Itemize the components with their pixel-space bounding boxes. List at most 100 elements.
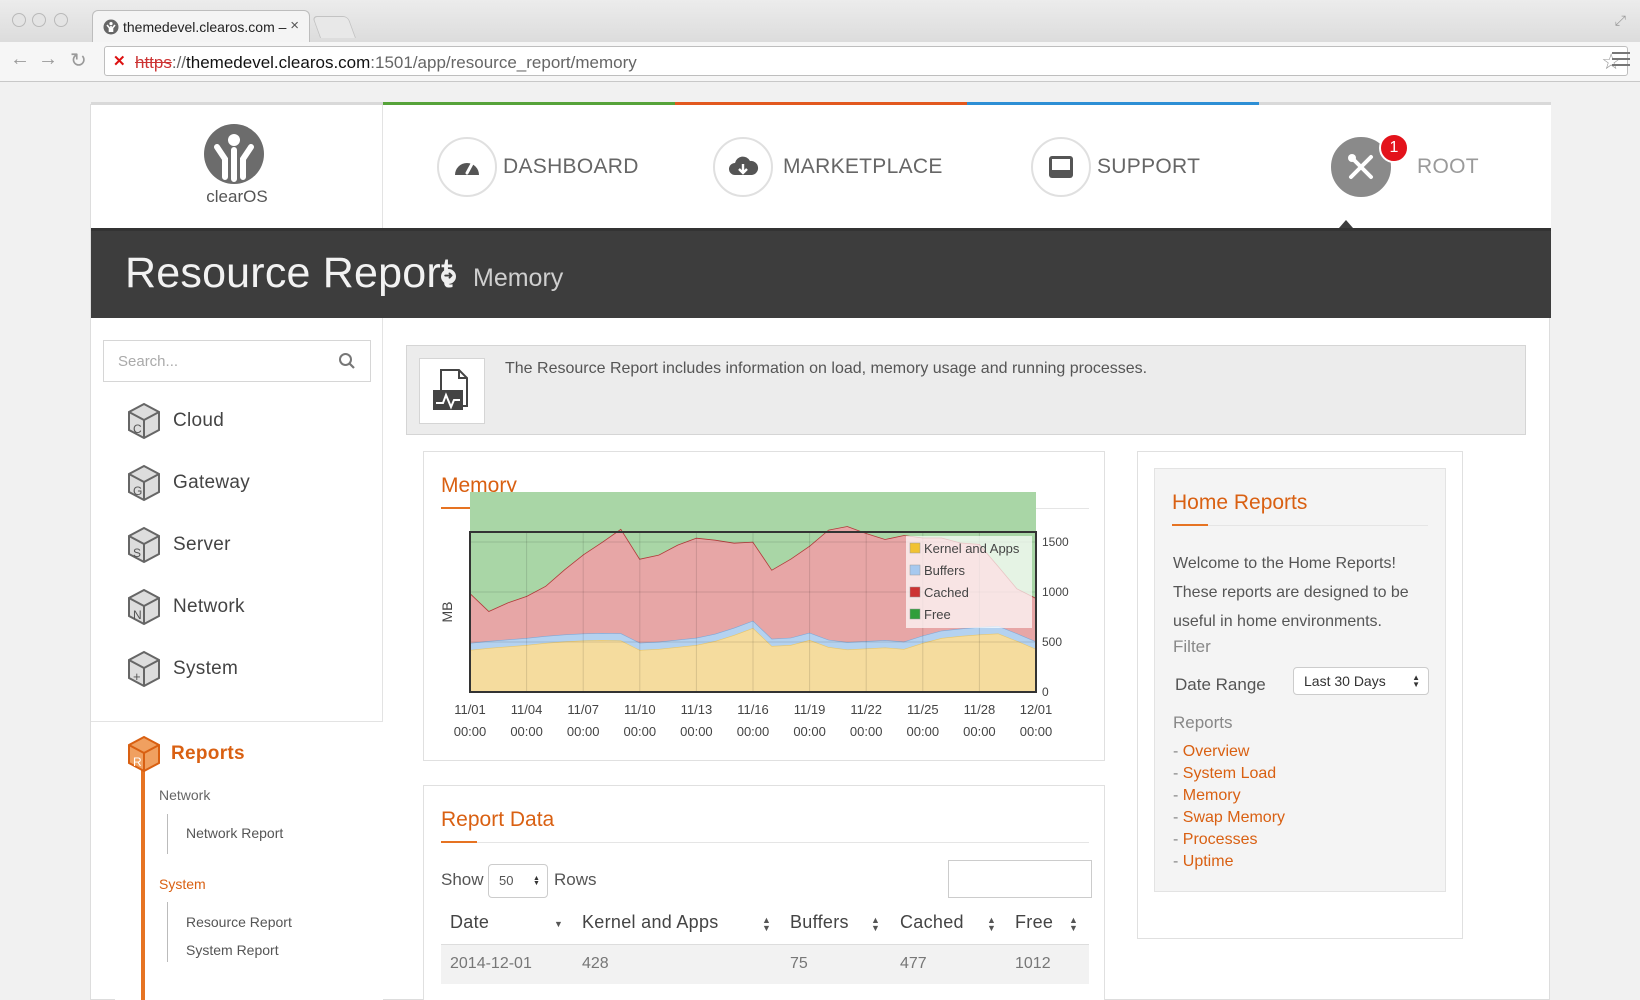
report-link-label: Processes <box>1182 831 1258 848</box>
report-data-title: Report Data <box>441 808 555 831</box>
sidebar-item-reports[interactable]: R Reports <box>127 734 245 774</box>
column-header-cached[interactable]: Cached <box>900 912 964 933</box>
x-tick-label: 12/01 <box>1020 702 1053 717</box>
network-cube-icon: N <box>128 588 160 626</box>
sidebar-item-cloud[interactable]: C Cloud <box>127 401 224 441</box>
logo[interactable]: clearOS <box>91 105 383 228</box>
page-header: Resource Report ➜ Memory <box>91 228 1551 318</box>
tab-close-icon[interactable]: × <box>290 17 299 34</box>
report-link-system-load[interactable]: - System Load <box>1173 765 1276 783</box>
table-search-input[interactable] <box>948 860 1092 898</box>
nav-dashboard-label: DASHBOARD <box>503 155 639 178</box>
x-tick-label: 00:00 <box>454 724 487 739</box>
column-header-date[interactable]: Date <box>450 912 489 933</box>
sort-icon[interactable]: ▲ ▼ <box>987 916 996 933</box>
insecure-connection-icon: ✕ <box>113 53 126 70</box>
breadcrumb-current: Memory <box>473 264 564 292</box>
report-link-uptime[interactable]: - Uptime <box>1173 853 1233 871</box>
x-tick-label: 00:00 <box>850 724 883 739</box>
cube-letter: G <box>133 484 142 498</box>
x-tick-label: 00:00 <box>624 724 657 739</box>
home-reports-box: Home Reports Welcome to the Home Reports… <box>1154 468 1446 892</box>
reload-icon[interactable]: ↻ <box>70 48 87 73</box>
server-cube-icon: S <box>128 526 160 564</box>
report-link-label: Uptime <box>1182 853 1234 870</box>
x-tick-label: 00:00 <box>907 724 940 739</box>
sidebar-item-network-label: Network <box>173 596 245 617</box>
legend-swatch <box>909 564 921 576</box>
search-icon[interactable] <box>338 352 356 370</box>
column-header-buffers[interactable]: Buffers <box>790 912 849 933</box>
sort-icon[interactable]: ▲ ▼ <box>1069 916 1078 933</box>
new-tab-button[interactable] <box>311 16 357 38</box>
sidebar-item-reports-label: Reports <box>171 743 245 764</box>
sub-item-resource-report[interactable]: Resource Report <box>186 914 292 930</box>
sub-item-network-report[interactable]: Network Report <box>186 825 283 841</box>
address-bar[interactable]: ✕ https://themedevel.clearos.com:1501/ap… <box>104 46 1628 76</box>
cube-letter: C <box>133 422 142 436</box>
y-tick-label: 1500 <box>1042 535 1069 549</box>
x-tick-label: 11/01 <box>454 702 486 717</box>
sidebar-item-network[interactable]: N Network <box>127 587 245 627</box>
report-link-memory[interactable]: - Memory <box>1173 787 1241 805</box>
page-title: Resource Report <box>125 249 454 297</box>
cell-kernel-apps: 428 <box>582 955 609 972</box>
close-window-button[interactable] <box>12 13 26 27</box>
sort-icon[interactable]: ▲ ▼ <box>762 916 771 933</box>
report-link-swap-memory[interactable]: - Swap Memory <box>1173 809 1285 827</box>
minimize-window-button[interactable] <box>32 13 46 27</box>
sub-group-network[interactable]: Network <box>159 787 210 803</box>
nav-root[interactable]: 1 ROOT <box>1331 133 1479 197</box>
nav-support[interactable]: SUPPORT <box>1031 137 1200 197</box>
cell-free: 1012 <box>1015 955 1051 972</box>
clearos-app: clearOS DASHBOARD MARKETPLACE SUPPORT 1 … <box>90 102 1551 1000</box>
cube-letter: S <box>133 546 141 560</box>
report-link-label: Swap Memory <box>1182 809 1286 826</box>
x-tick-label: 11/19 <box>794 702 826 717</box>
breadcrumb-arrow-icon: ➜ <box>441 269 456 284</box>
sidebar-item-gateway-label: Gateway <box>173 472 251 493</box>
clearos-favicon-icon <box>103 19 119 35</box>
back-arrow-icon[interactable]: ← <box>10 48 30 71</box>
nav-dashboard[interactable]: DASHBOARD <box>437 137 639 197</box>
sub-group-system[interactable]: System <box>159 876 206 892</box>
x-tick-label: 11/13 <box>681 702 713 717</box>
sort-icon[interactable]: ▲ ▼ <box>871 916 880 933</box>
fullscreen-icon[interactable]: ⤢ <box>1615 12 1626 29</box>
sidebar-item-cloud-label: Cloud <box>173 410 225 431</box>
rows-per-page-select[interactable]: 50 <box>488 864 548 898</box>
column-header-free[interactable]: Free <box>1015 912 1053 933</box>
x-tick-label: 00:00 <box>510 724 543 739</box>
sort-desc-icon[interactable]: ▼ <box>554 920 563 929</box>
sidebar-item-server[interactable]: S Server <box>127 525 231 565</box>
sub-item-system-report[interactable]: System Report <box>186 942 279 958</box>
gateway-cube-icon: G <box>128 464 160 502</box>
x-tick-label: 00:00 <box>680 724 713 739</box>
browser-tab[interactable]: themedevel.clearos.com – × <box>92 10 310 42</box>
report-link-processes[interactable]: - Processes <box>1173 831 1257 849</box>
rows-per-page-value: 50 <box>499 873 514 888</box>
url-host: themedevel.clearos.com <box>186 53 371 72</box>
active-section-rail <box>141 762 145 1000</box>
browser-menu-icon[interactable] <box>1612 52 1630 70</box>
nav-marketplace[interactable]: MARKETPLACE <box>713 137 943 197</box>
sidebar-item-system-label: System <box>173 658 239 679</box>
report-link-label: System Load <box>1182 765 1277 782</box>
report-link-overview[interactable]: - Overview <box>1173 743 1249 761</box>
search-input[interactable] <box>104 341 324 381</box>
legend-label: Kernel and Apps <box>924 541 1020 556</box>
sidebar-item-system[interactable]: + System <box>127 649 238 689</box>
inbox-icon <box>1049 156 1073 178</box>
sidebar-item-server-label: Server <box>173 534 231 555</box>
column-header-kernel-apps[interactable]: Kernel and Apps <box>582 912 719 933</box>
nav-dashboard-circle <box>437 137 497 197</box>
x-tick-label: 11/07 <box>567 702 599 717</box>
notification-badge[interactable]: 1 <box>1379 133 1409 163</box>
sidebar-item-gateway[interactable]: G Gateway <box>127 463 250 503</box>
report-link-label: Overview <box>1182 743 1250 760</box>
system-cube-icon: + <box>128 650 160 688</box>
zoom-window-button[interactable] <box>54 13 68 27</box>
forward-arrow-icon[interactable]: → <box>38 48 58 71</box>
logo-text: clearOS <box>206 187 268 206</box>
date-range-select[interactable]: Last 30 Days ▲ ▼ <box>1293 667 1429 695</box>
